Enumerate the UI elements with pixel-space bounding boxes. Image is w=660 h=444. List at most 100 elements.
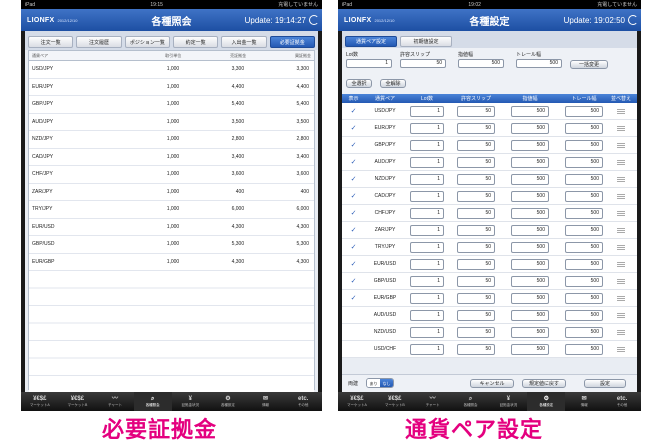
lot-input[interactable]: 1: [410, 156, 444, 168]
slip-input[interactable]: 50: [457, 105, 495, 117]
reorder-handle-icon[interactable]: [617, 193, 625, 199]
reset-defaults-button[interactable]: 規定値に戻す: [522, 379, 566, 388]
display-checkbox[interactable]: ✓: [342, 209, 365, 217]
lot-input[interactable]: 1: [410, 105, 444, 117]
deselect-all-button[interactable]: 全解除: [380, 79, 406, 88]
reorder-handle-icon[interactable]: [617, 312, 625, 318]
tabbar-item[interactable]: etc. その他: [603, 392, 641, 411]
trail-input[interactable]: 500: [565, 326, 603, 338]
slip-input[interactable]: 50: [457, 156, 495, 168]
trail-input[interactable]: 500: [565, 156, 603, 168]
reorder-handle-icon[interactable]: [617, 142, 625, 148]
bulk-trail-input[interactable]: 500: [516, 59, 562, 68]
tabbar-item[interactable]: etc. その他: [284, 392, 322, 411]
limit-input[interactable]: 500: [511, 309, 549, 321]
reorder-handle-icon[interactable]: [617, 108, 625, 114]
lot-input[interactable]: 1: [410, 326, 444, 338]
tab-inquiry-4[interactable]: 入出金一覧: [221, 36, 267, 48]
display-checkbox[interactable]: ✓: [342, 260, 365, 268]
reorder-handle-icon[interactable]: [617, 176, 625, 182]
lot-input[interactable]: 1: [410, 292, 444, 304]
trail-input[interactable]: 500: [565, 139, 603, 151]
limit-input[interactable]: 500: [511, 173, 549, 185]
limit-input[interactable]: 500: [511, 326, 549, 338]
tabbar-item[interactable]: ⌕ 各種照会: [133, 392, 172, 411]
limit-input[interactable]: 500: [511, 190, 549, 202]
trail-input[interactable]: 500: [565, 122, 603, 134]
apply-all-button[interactable]: 一括変更: [570, 60, 608, 69]
slip-input[interactable]: 50: [457, 139, 495, 151]
two-way-off[interactable]: なし: [380, 379, 393, 387]
slip-input[interactable]: 50: [457, 173, 495, 185]
trail-input[interactable]: 500: [565, 258, 603, 270]
slip-input[interactable]: 50: [457, 343, 495, 355]
tabbar-item[interactable]: ✉ 情報: [565, 392, 603, 411]
trail-input[interactable]: 500: [565, 241, 603, 253]
lot-input[interactable]: 1: [410, 190, 444, 202]
slip-input[interactable]: 50: [457, 326, 495, 338]
tab-settings-0[interactable]: 通貨ペア設定: [345, 36, 397, 47]
limit-input[interactable]: 500: [511, 258, 549, 270]
refresh-icon[interactable]: [628, 15, 638, 25]
tabbar-item[interactable]: ⚙ 各種設定: [209, 392, 247, 411]
tabbar-item[interactable]: ⚙ 各種設定: [527, 392, 566, 411]
lot-input[interactable]: 1: [410, 224, 444, 236]
tab-inquiry-3[interactable]: 約定一覧: [172, 36, 219, 48]
limit-input[interactable]: 500: [511, 275, 549, 287]
display-checkbox[interactable]: ✓: [342, 294, 365, 302]
lot-input[interactable]: 1: [410, 139, 444, 151]
cancel-button[interactable]: キャンセル: [470, 379, 514, 388]
limit-input[interactable]: 500: [511, 241, 549, 253]
lot-input[interactable]: 1: [410, 207, 444, 219]
limit-input[interactable]: 500: [511, 105, 549, 117]
trail-input[interactable]: 500: [565, 105, 603, 117]
display-checkbox[interactable]: ✓: [342, 124, 365, 132]
limit-input[interactable]: 500: [511, 122, 549, 134]
tab-settings-1[interactable]: 初期値設定: [400, 36, 452, 47]
display-checkbox[interactable]: ✓: [342, 226, 365, 234]
save-button[interactable]: 設定: [584, 379, 626, 388]
reorder-handle-icon[interactable]: [617, 295, 625, 301]
display-checkbox[interactable]: ✓: [342, 192, 365, 200]
reorder-handle-icon[interactable]: [617, 244, 625, 250]
slip-input[interactable]: 50: [457, 122, 495, 134]
slip-input[interactable]: 50: [457, 190, 495, 202]
bulk-slip-input[interactable]: 50: [400, 59, 446, 68]
lot-input[interactable]: 1: [410, 343, 444, 355]
select-all-button[interactable]: 全選択: [346, 79, 372, 88]
two-way-on[interactable]: あり: [367, 379, 380, 387]
display-checkbox[interactable]: ✓: [342, 158, 365, 166]
slip-input[interactable]: 50: [457, 309, 495, 321]
trail-input[interactable]: 500: [565, 275, 603, 287]
reorder-handle-icon[interactable]: [617, 227, 625, 233]
lot-input[interactable]: 1: [410, 258, 444, 270]
slip-input[interactable]: 50: [457, 224, 495, 236]
slip-input[interactable]: 50: [457, 207, 495, 219]
reorder-handle-icon[interactable]: [617, 278, 625, 284]
lot-input[interactable]: 1: [410, 173, 444, 185]
lot-input[interactable]: 1: [410, 309, 444, 321]
bulk-lot-input[interactable]: 1: [346, 59, 392, 68]
slip-input[interactable]: 50: [457, 292, 495, 304]
bulk-limit-input[interactable]: 500: [458, 59, 504, 68]
trail-input[interactable]: 500: [565, 292, 603, 304]
tabbar-item[interactable]: ¥€$£ マーケットA: [21, 392, 59, 411]
display-checkbox[interactable]: ✓: [342, 107, 365, 115]
tabbar-item[interactable]: ¥ 証拠金状況: [490, 392, 528, 411]
lot-input[interactable]: 1: [410, 241, 444, 253]
limit-input[interactable]: 500: [511, 156, 549, 168]
limit-input[interactable]: 500: [511, 343, 549, 355]
tab-inquiry-5[interactable]: 必要証拠金: [269, 36, 315, 48]
refresh-icon[interactable]: [309, 15, 319, 25]
reorder-handle-icon[interactable]: [617, 329, 625, 335]
tabbar-item[interactable]: ¥€$£ マーケットB: [59, 392, 97, 411]
slip-input[interactable]: 50: [457, 275, 495, 287]
tabbar-item[interactable]: ✉ 情報: [247, 392, 285, 411]
tabbar-item[interactable]: ¥ 証拠金状況: [172, 392, 210, 411]
lot-input[interactable]: 1: [410, 275, 444, 287]
reorder-handle-icon[interactable]: [617, 125, 625, 131]
lot-input[interactable]: 1: [410, 122, 444, 134]
display-checkbox[interactable]: ✓: [342, 277, 365, 285]
tabbar-item[interactable]: ⌕ 各種照会: [452, 392, 490, 411]
tabbar-item[interactable]: ¥€$£ マーケットB: [376, 392, 414, 411]
